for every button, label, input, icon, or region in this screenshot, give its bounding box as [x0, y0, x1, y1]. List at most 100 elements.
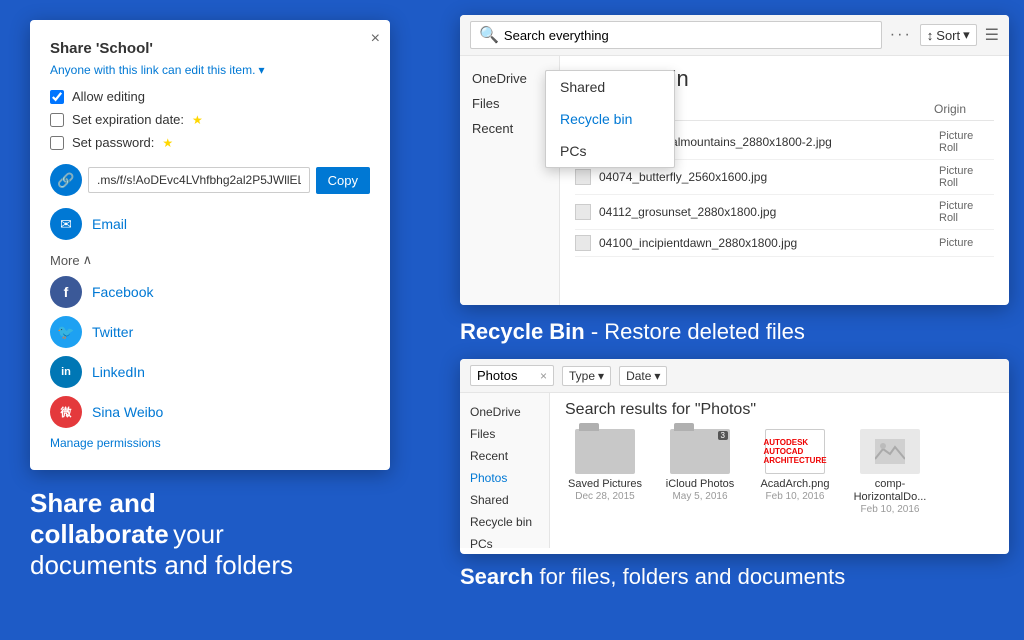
type-filter-button[interactable]: Type ▾: [562, 366, 611, 386]
thumbnail-saved-pictures[interactable]: Saved Pictures Dec 28, 2015: [565, 429, 645, 515]
thumbnail-comp-horizontal[interactable]: comp-HorizontalDo... Feb 10, 2016: [850, 429, 930, 515]
thumbnail-row: Saved Pictures Dec 28, 2015 3 iCloud Pho…: [565, 429, 994, 515]
bottom-left-text: Share and collaborate your documents and…: [30, 488, 293, 582]
share-title: Share 'School': [50, 40, 370, 57]
link-icon: 🔗: [50, 164, 82, 196]
email-row[interactable]: ✉ Email: [50, 204, 370, 244]
search-sidebar-recent[interactable]: Recent: [460, 445, 549, 467]
password-checkbox[interactable]: [50, 136, 64, 150]
search-input[interactable]: [504, 28, 873, 43]
sina-weibo-icon: 微: [50, 396, 82, 428]
search-results-title: Search results for "Photos": [565, 401, 994, 419]
sort-icon: ↕: [927, 28, 934, 43]
dropdown-item-pcs[interactable]: PCs: [546, 135, 674, 167]
file-origin: Picture Roll: [939, 165, 994, 189]
thumbnail-icloud-photos[interactable]: 3 iCloud Photos May 5, 2016: [660, 429, 740, 515]
search-sidebar-recycle-bin[interactable]: Recycle bin: [460, 511, 549, 533]
share-card: × Share 'School' Anyone with this link c…: [30, 20, 390, 470]
top-desc-bold: Recycle Bin: [460, 319, 585, 344]
expiration-checkbox[interactable]: [50, 113, 64, 127]
search-sidebar-photos[interactable]: Photos: [460, 467, 549, 489]
facebook-icon: f: [50, 276, 82, 308]
thumb-date-icloud: May 5, 2016: [672, 491, 727, 502]
more-row[interactable]: More ∧: [50, 252, 370, 268]
folder-icon: [575, 429, 635, 474]
linkedin-label: LinkedIn: [92, 364, 145, 380]
search-sidebar-pcs[interactable]: PCs: [460, 533, 549, 554]
clear-search-icon[interactable]: ×: [540, 369, 547, 383]
close-button[interactable]: ×: [371, 30, 380, 48]
bottom-desc-bold: Search: [460, 564, 533, 589]
nav-dropdown: Shared Recycle bin PCs: [545, 70, 675, 168]
search-sidebar-onedrive[interactable]: OneDrive: [460, 401, 549, 423]
dropdown-item-shared[interactable]: Shared: [546, 71, 674, 103]
search-photos-input[interactable]: [477, 368, 537, 383]
file-row[interactable]: 04112_grosunset_2880x1800.jpg Picture Ro…: [575, 195, 994, 230]
type-label: Type: [569, 369, 595, 383]
password-star-icon: ★: [162, 136, 173, 150]
file-icon: [575, 169, 591, 185]
thumb-date-acad: Feb 10, 2016: [766, 491, 825, 502]
copy-button[interactable]: Copy: [316, 167, 370, 194]
chevron-down-icon: ▾: [258, 63, 264, 77]
top-desc-normal: - Restore deleted files: [585, 319, 805, 344]
view-options-icon[interactable]: ☰: [985, 25, 999, 45]
linkedin-item[interactable]: in LinkedIn: [50, 356, 370, 388]
explorer-toolbar: 🔍 ··· ↕ Sort ▾ ☰: [460, 15, 1009, 56]
search-input-box[interactable]: ×: [470, 365, 554, 386]
file-icon: [575, 235, 591, 251]
dropdown-item-recycle-bin[interactable]: Recycle bin: [546, 103, 674, 135]
more-options-icon[interactable]: ···: [890, 26, 912, 44]
chevron-up-icon: ∧: [83, 252, 93, 268]
thumbnail-acadarch[interactable]: AUTODESKAUTOCADARCHITECTURE AcadArch.png…: [755, 429, 835, 515]
bottom-desc: Search for files, folders and documents: [460, 564, 1009, 590]
search-sidebar-shared[interactable]: Shared: [460, 489, 549, 511]
search-sidebar: OneDrive Files Recent Photos Shared Recy…: [460, 393, 550, 548]
sort-label: Sort: [936, 28, 960, 43]
allow-editing-checkbox[interactable]: [50, 90, 64, 104]
facebook-item[interactable]: f Facebook: [50, 276, 370, 308]
top-desc: Recycle Bin - Restore deleted files: [460, 315, 1009, 349]
link-input[interactable]: [88, 167, 310, 193]
file-origin: Picture Roll: [939, 130, 994, 154]
date-filter-button[interactable]: Date ▾: [619, 366, 667, 386]
left-panel: × Share 'School' Anyone with this link c…: [0, 0, 430, 640]
file-row[interactable]: 04100_incipientdawn_2880x1800.jpg Pictur…: [575, 230, 994, 257]
file-name: 04074_butterfly_2560x1600.jpg: [599, 170, 931, 184]
allow-editing-label: Allow editing: [72, 89, 145, 104]
type-chevron-icon: ▾: [598, 369, 604, 383]
thumb-label-icloud: iCloud Photos: [666, 478, 735, 491]
link-row: 🔗 Copy: [50, 164, 370, 196]
email-icon: ✉: [50, 208, 82, 240]
email-label: Email: [92, 216, 127, 232]
password-label: Set password:: [72, 135, 154, 150]
bottom-text-line3: documents and folders: [30, 550, 293, 581]
sort-button[interactable]: ↕ Sort ▾: [920, 24, 977, 46]
search-toolbar: × Type ▾ Date ▾: [460, 359, 1009, 393]
search-icon: 🔍: [479, 25, 499, 45]
bottom-text-line2-bold: collaborate: [30, 519, 169, 549]
twitter-icon: 🐦: [50, 316, 82, 348]
search-box[interactable]: 🔍: [470, 21, 882, 49]
twitter-label: Twitter: [92, 324, 133, 340]
search-sidebar-files[interactable]: Files: [460, 423, 549, 445]
file-origin: Picture Roll: [939, 200, 994, 224]
file-name: 04100_incipientdawn_2880x1800.jpg: [599, 236, 931, 250]
twitter-item[interactable]: 🐦 Twitter: [50, 316, 370, 348]
search-window: × Type ▾ Date ▾ OneDrive Files Recent Ph…: [460, 359, 1009, 554]
explorer-body: OneDrive Files Recent Recycle bin Name O…: [460, 56, 1009, 305]
thumb-label-comp: comp-HorizontalDo...: [850, 478, 930, 504]
sina-weibo-item[interactable]: 微 Sina Weibo: [50, 396, 370, 428]
sina-weibo-label: Sina Weibo: [92, 404, 163, 420]
right-panel: 🔍 ··· ↕ Sort ▾ ☰ OneDrive Files Recent R…: [460, 0, 1024, 640]
share-subtitle: Anyone with this link can edit this item…: [50, 63, 370, 77]
expiration-star-icon: ★: [192, 113, 203, 127]
manage-permissions-link[interactable]: Manage permissions: [50, 436, 370, 450]
linkedin-icon: in: [50, 356, 82, 388]
folder-badge-icon: 3: [670, 429, 730, 474]
autocad-file-icon: AUTODESKAUTOCADARCHITECTURE: [765, 429, 825, 474]
explorer-window: 🔍 ··· ↕ Sort ▾ ☰ OneDrive Files Recent R…: [460, 15, 1009, 305]
file-name: 04112_grosunset_2880x1800.jpg: [599, 205, 931, 219]
image-svg: [875, 439, 905, 464]
sort-chevron-icon: ▾: [963, 27, 970, 43]
